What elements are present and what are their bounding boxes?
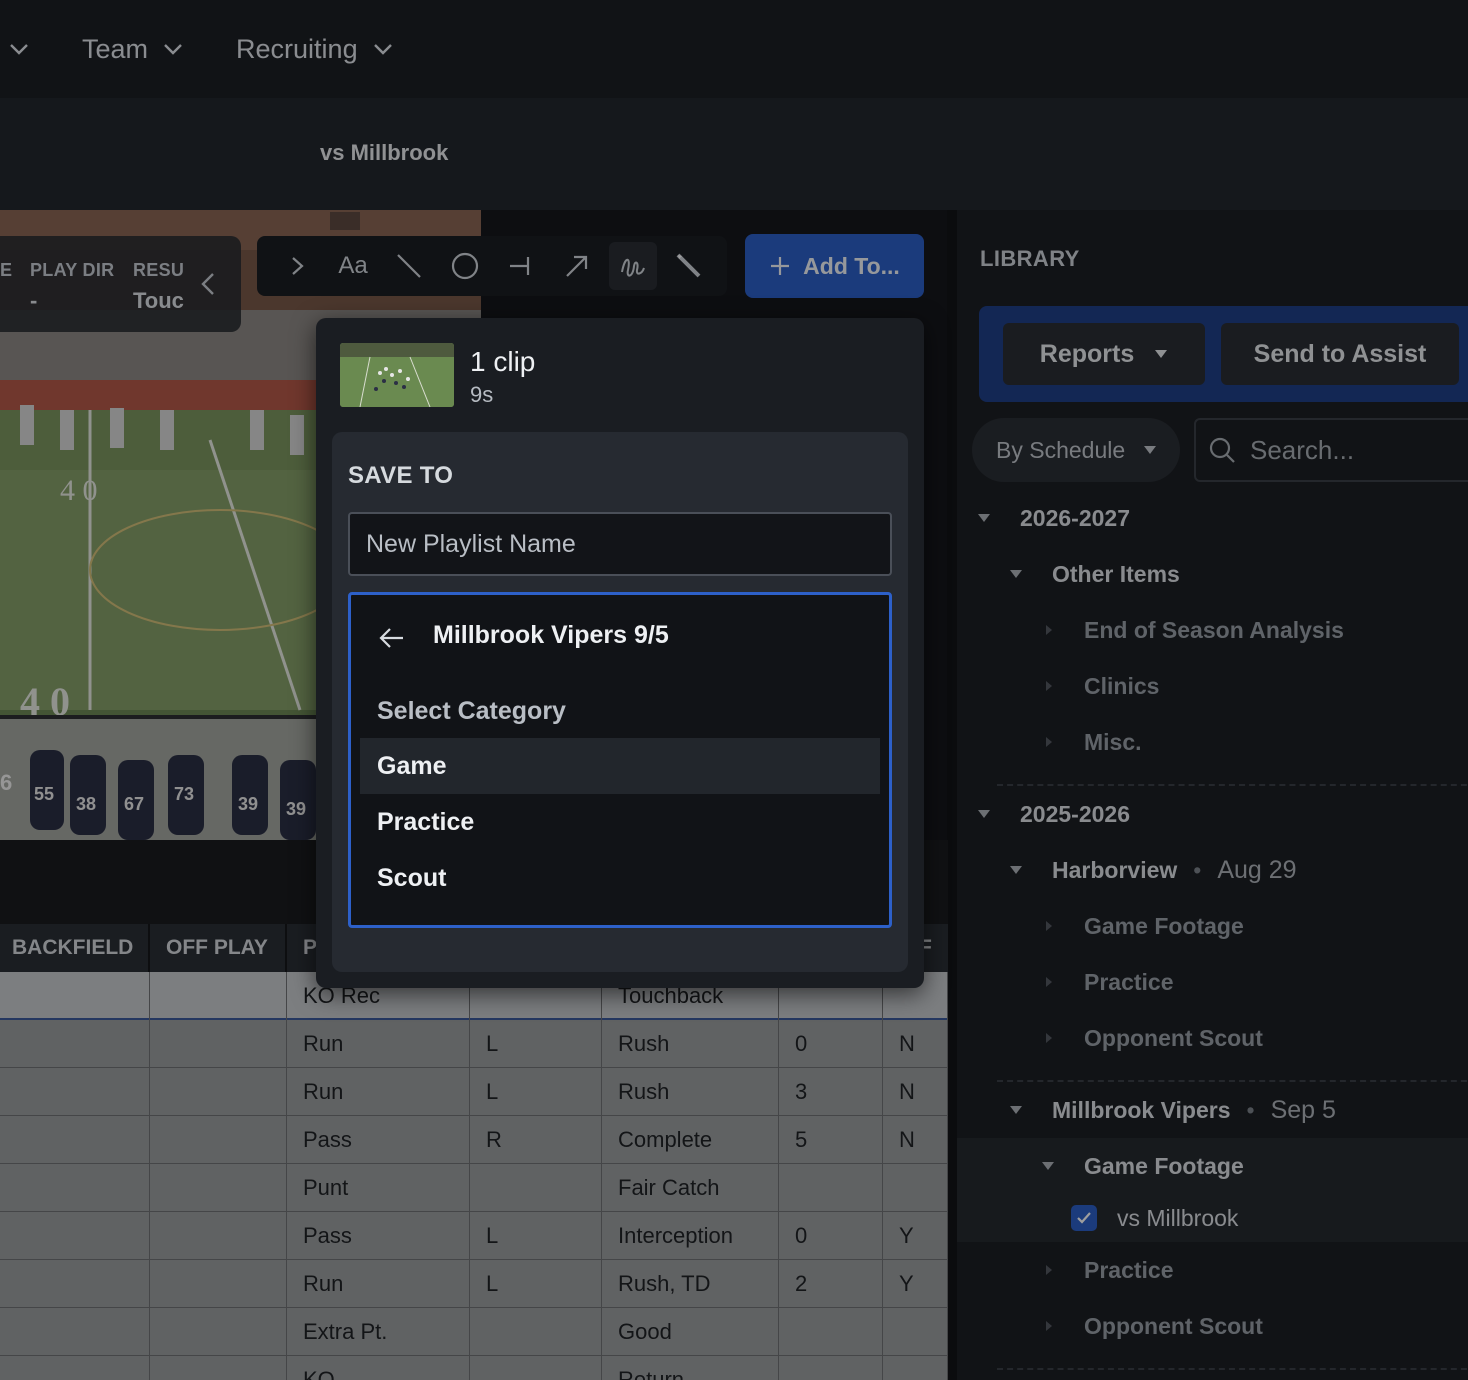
category-option-practice[interactable]: Practice bbox=[360, 794, 880, 850]
new-playlist-name-input[interactable] bbox=[348, 512, 892, 576]
clip-duration: 9s bbox=[470, 382, 494, 407]
clip-count: 1 clip bbox=[470, 346, 536, 377]
save-to-panel: SAVE TO Millbrook Vipers 9/5 Select Cate… bbox=[332, 432, 908, 972]
clip-thumbnail-image bbox=[340, 343, 454, 407]
select-category-label: Select Category bbox=[377, 697, 566, 725]
app-root: Team Recruiting vs Millbrook 4 0 4 0 55 … bbox=[0, 0, 1468, 1380]
category-option-game[interactable]: Game bbox=[360, 738, 880, 794]
clip-thumbnail bbox=[340, 343, 454, 407]
category-option-scout[interactable]: Scout bbox=[360, 850, 880, 906]
save-to-heading: SAVE TO bbox=[348, 462, 454, 489]
add-to-popover: 1 clip 9s SAVE TO Millbrook Vipers 9/5 S… bbox=[316, 318, 924, 988]
category-selector: Millbrook Vipers 9/5 Select Category Gam… bbox=[348, 592, 892, 928]
back-arrow-icon[interactable] bbox=[377, 623, 407, 653]
category-game-title: Millbrook Vipers 9/5 bbox=[433, 621, 669, 649]
